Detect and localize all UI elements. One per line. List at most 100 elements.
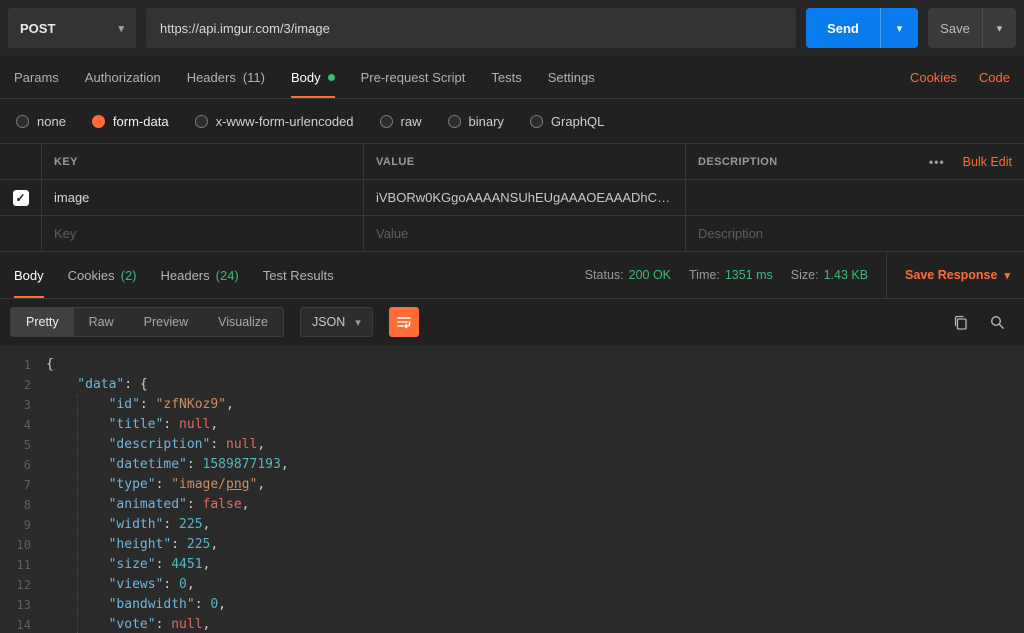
- placeholder-value-cell: [364, 216, 686, 251]
- code-line: 2 "data": {: [0, 375, 1024, 395]
- tab-label: Settings: [547, 69, 595, 85]
- code-line: 7 "type": "image/png",: [0, 475, 1024, 495]
- send-options-chevron-icon[interactable]: ▾: [880, 8, 918, 48]
- code-line: 9 "width": 225,: [0, 515, 1024, 535]
- code-line: 8 "animated": false,: [0, 495, 1024, 515]
- tab-body[interactable]: Body: [290, 56, 335, 98]
- code-line: 4 "title": null,: [0, 415, 1024, 435]
- radio-label: raw: [400, 113, 422, 129]
- tab-headers[interactable]: Headers (11): [187, 56, 265, 98]
- postman-app: POST ▾ Send ▾ Save ▾ Params Authorizatio…: [0, 0, 1024, 633]
- method-select[interactable]: POST ▾: [8, 8, 136, 48]
- tab-params[interactable]: Params: [14, 56, 59, 98]
- chevron-down-icon: ▾: [118, 22, 124, 35]
- response-tabs: Body Cookies (2) Headers (24) Test Resul…: [14, 252, 334, 298]
- radio-none[interactable]: none: [16, 114, 66, 129]
- view-mode-visualize[interactable]: Visualize: [203, 308, 283, 336]
- line-number: 8: [23, 498, 31, 512]
- line-number: 14: [16, 618, 31, 632]
- description-input[interactable]: [698, 226, 1012, 241]
- tab-tests[interactable]: Tests: [491, 56, 521, 98]
- tab-label: Body: [14, 267, 44, 283]
- row-value-text: iVBORw0KGgoAAAANSUhEUgAAAOEAAADhCAM…: [376, 190, 673, 205]
- search-icon: [990, 315, 1004, 329]
- view-mode-raw[interactable]: Raw: [74, 308, 129, 336]
- size-badge: Size: 1.43 KB: [790, 268, 869, 282]
- response-tab-body[interactable]: Body: [14, 252, 44, 298]
- radio-icon: [194, 114, 208, 128]
- row-checkbox-checked[interactable]: ✓: [12, 189, 29, 206]
- code-line: 10 "height": 225,: [0, 535, 1024, 555]
- view-mode-preview[interactable]: Preview: [129, 308, 203, 336]
- tab-authorization[interactable]: Authorization: [85, 56, 161, 98]
- tab-label: Authorization: [84, 69, 161, 85]
- search-button[interactable]: [989, 314, 1006, 331]
- value-input[interactable]: [376, 226, 673, 241]
- save-button[interactable]: Save: [928, 8, 982, 48]
- more-actions-icon[interactable]: •••: [929, 155, 945, 169]
- line-number: 9: [23, 518, 31, 532]
- code-link[interactable]: Code: [979, 70, 1010, 85]
- radio-form-data[interactable]: form-data: [91, 114, 169, 129]
- response-tab-test-results[interactable]: Test Results: [263, 252, 334, 298]
- row-description-cell[interactable]: [686, 180, 1024, 215]
- view-mode-switcher: Pretty Raw Preview Visualize: [10, 307, 284, 337]
- radio-label: x-www-form-urlencoded: [215, 113, 354, 129]
- radio-label: none: [37, 113, 66, 129]
- radio-icon: [447, 114, 461, 128]
- radio-x-www-form-urlencoded[interactable]: x-www-form-urlencoded: [194, 113, 354, 129]
- status-badge: Status: 200 OK: [584, 268, 672, 282]
- request-tabs-right: Cookies Code: [910, 56, 1010, 98]
- radio-raw[interactable]: raw: [379, 113, 422, 129]
- response-body-viewer[interactable]: 1{2 "data": {3 "id": "zfNKoz9", 4 "title": n…: [0, 345, 1024, 633]
- header-value: VALUE: [364, 144, 686, 179]
- wrap-line-button[interactable]: [388, 307, 419, 337]
- language-label: JSON: [311, 315, 346, 329]
- radio-icon: [529, 114, 543, 128]
- tab-label: Test Results: [262, 267, 334, 283]
- radio-graphql[interactable]: GraphQL: [529, 113, 605, 129]
- row-key-cell[interactable]: image: [42, 180, 364, 215]
- send-button[interactable]: Send: [806, 8, 880, 48]
- cookies-link[interactable]: Cookies: [910, 70, 957, 85]
- placeholder-description-cell: [686, 216, 1024, 251]
- radio-icon: [16, 114, 29, 128]
- line-number: 3: [23, 398, 31, 412]
- response-tab-headers[interactable]: Headers (24): [161, 252, 239, 298]
- code-line: 14 "vote": null,: [0, 615, 1024, 633]
- tab-pre-request-script[interactable]: Pre-request Script: [361, 56, 466, 98]
- radio-label: binary: [468, 113, 504, 129]
- tab-label: Cookies: [67, 267, 115, 283]
- placeholder-checkbox-cell: [0, 216, 42, 251]
- save-options-chevron-icon[interactable]: ▾: [982, 8, 1016, 48]
- row-value-cell[interactable]: iVBORw0KGgoAAAANSUhEUgAAAOEAAADhCAM…: [364, 180, 686, 215]
- code-line: 6 "datetime": 1589877193,: [0, 455, 1024, 475]
- tab-settings[interactable]: Settings: [548, 56, 595, 98]
- chevron-down-icon: ▾: [1004, 269, 1010, 282]
- response-tab-cookies[interactable]: Cookies (2): [68, 252, 137, 298]
- bulk-edit-button[interactable]: Bulk Edit: [963, 155, 1012, 169]
- view-mode-pretty[interactable]: Pretty: [11, 308, 74, 336]
- language-select[interactable]: JSON ▾: [299, 307, 373, 337]
- response-stats: Status: 200 OK Time: 1351 ms Size: 1.43 …: [585, 252, 1010, 298]
- key-input[interactable]: [54, 226, 351, 241]
- tab-label: Tests: [491, 69, 522, 85]
- save-response-button[interactable]: Save Response ▾: [886, 252, 1010, 298]
- line-number: 5: [23, 438, 31, 452]
- method-label: POST: [20, 20, 56, 36]
- body-type-selector: none form-data x-www-form-urlencoded raw…: [0, 99, 1024, 143]
- code-line: 1{: [0, 355, 1024, 375]
- line-number: 13: [16, 598, 31, 612]
- code-line: 11 "size": 4451,: [0, 555, 1024, 575]
- table-placeholder-row: [0, 216, 1024, 252]
- line-number: 1: [23, 358, 31, 372]
- url-input[interactable]: [146, 8, 796, 48]
- tab-label: Body: [290, 69, 321, 85]
- row-key-text: image: [54, 190, 90, 205]
- radio-icon: [91, 114, 105, 128]
- send-button-group: Send ▾: [806, 8, 918, 48]
- copy-button[interactable]: [952, 314, 969, 331]
- radio-binary[interactable]: binary: [447, 113, 504, 129]
- tab-label: Pre-request Script: [360, 69, 466, 85]
- radio-label: GraphQL: [550, 113, 605, 129]
